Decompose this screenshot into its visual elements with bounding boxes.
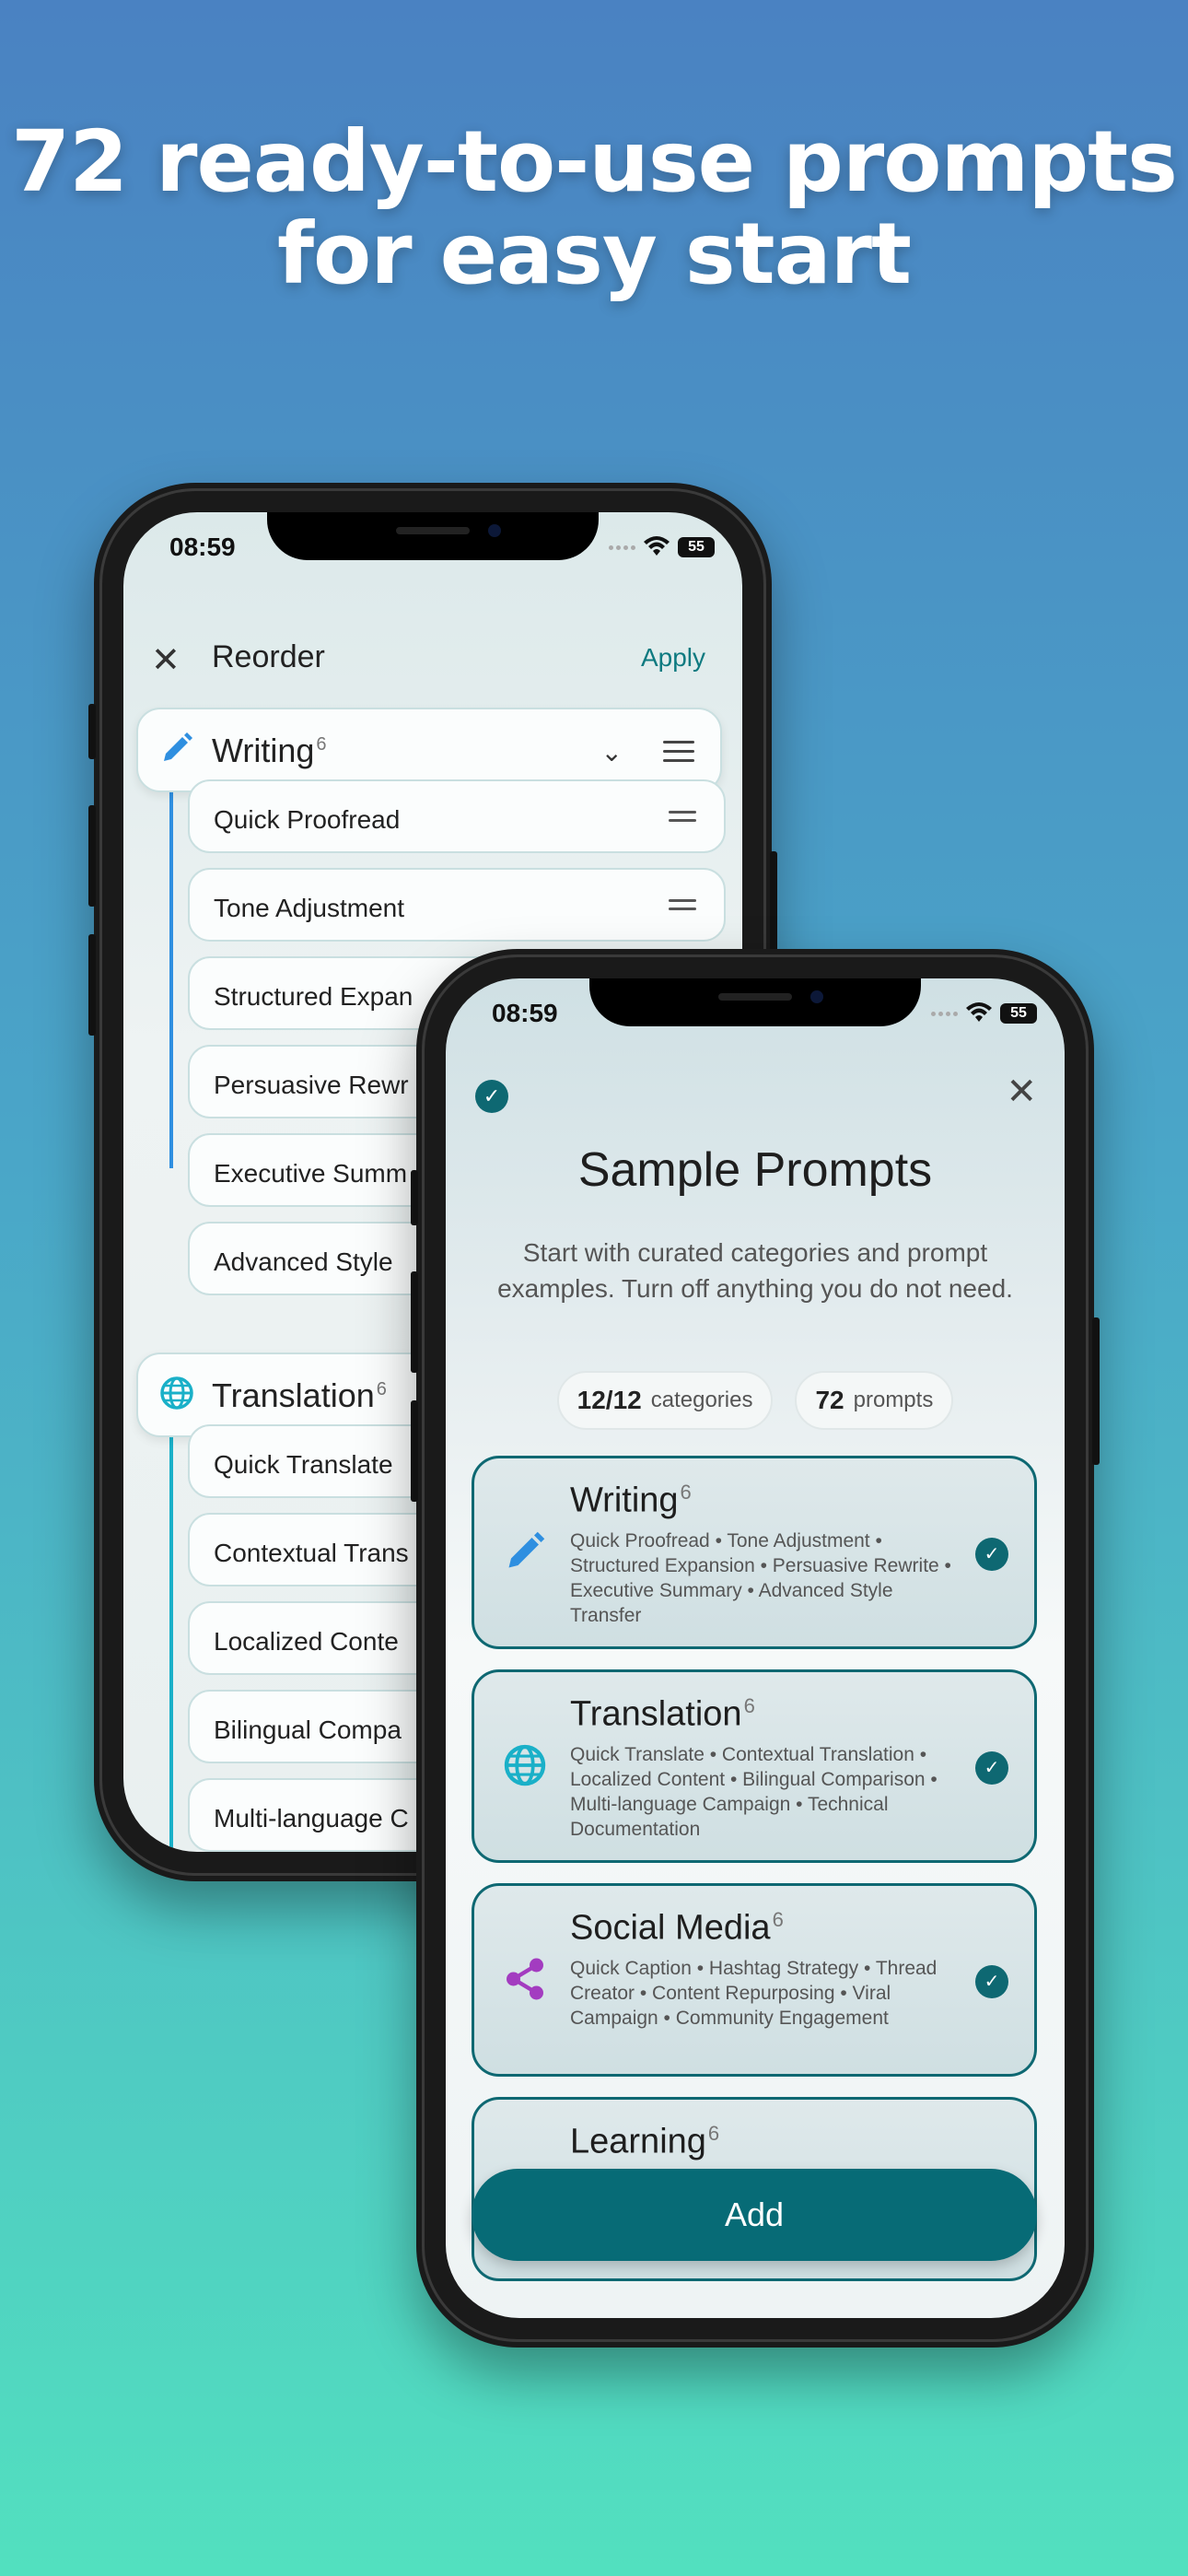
check-icon[interactable]: ✓ [975, 1965, 1008, 1998]
check-icon[interactable]: ✓ [975, 1538, 1008, 1571]
battery-icon: 55 [678, 537, 715, 557]
headline: 72 ready-to-use prompts for easy start [0, 116, 1188, 300]
category-name: Translation6 [212, 1376, 387, 1414]
pencil-icon [164, 732, 192, 761]
category-count: 6 [680, 1481, 692, 1504]
category-name: Translation6 [570, 1694, 755, 1734]
category-examples: Quick Caption • Hashtag Strategy • Threa… [570, 1958, 938, 2029]
sample-prompts-screen: 08:59 55 ✓ ✕ Sample Prompts Start with c… [446, 978, 1065, 2318]
category-count: 6 [707, 2122, 720, 2145]
category-name: Writing6 [570, 1481, 692, 1520]
category-name: Learning6 [570, 2122, 720, 2161]
prompt-item[interactable]: Tone Adjustment [188, 868, 726, 942]
volume-down-button [88, 934, 96, 1036]
volume-up-button [88, 805, 96, 907]
prompts-stat: 72 prompts [795, 1371, 954, 1430]
volume-down-button [411, 1400, 418, 1502]
sheet-title: Sample Prompts [577, 1143, 933, 1197]
select-all-check-icon[interactable]: ✓ [475, 1080, 508, 1113]
globe-icon [504, 1744, 546, 1786]
category-examples: Quick Proofread • Tone Adjustment • Stru… [570, 1530, 951, 1626]
globe-icon [160, 1376, 193, 1410]
mute-switch [411, 1170, 418, 1225]
volume-up-button [411, 1271, 418, 1373]
signal-icon [609, 544, 635, 550]
category-name: Social Media6 [570, 1908, 784, 1948]
drag-handle-icon[interactable] [663, 741, 694, 768]
category-count: 6 [772, 1908, 784, 1931]
drag-handle-icon[interactable] [669, 811, 696, 827]
status-time: 08:59 [492, 999, 558, 1027]
battery-icon: 55 [1000, 1003, 1037, 1024]
pencil-icon [508, 1531, 545, 1568]
check-icon[interactable]: ✓ [975, 1751, 1008, 1785]
category-card-social-media[interactable]: Social Media6 Quick Caption • Hashtag St… [472, 1883, 1037, 2077]
status-bar: 08:59 55 [446, 999, 1065, 1036]
status-time: 08:59 [169, 533, 236, 561]
headline-line-2: for easy start [276, 205, 912, 303]
category-count: 6 [743, 1694, 755, 1717]
wifi-icon [966, 1002, 992, 1022]
headline-line-1: 72 ready-to-use prompts [11, 112, 1178, 211]
sheet-description: Start with curated categories and prompt… [497, 1238, 1013, 1303]
close-icon[interactable]: ✕ [1006, 1071, 1037, 1113]
power-button [1092, 1317, 1100, 1465]
category-card-writing[interactable]: Writing6 Quick Proofread • Tone Adjustme… [472, 1456, 1037, 1649]
translation-tree-line [169, 1399, 173, 1852]
category-count: 6 [316, 734, 327, 755]
wifi-icon [644, 536, 670, 556]
phone-sample-prompts: 08:59 55 ✓ ✕ Sample Prompts Start with c… [411, 949, 1100, 2348]
stats-row: 12/12 categories 72 prompts [446, 1371, 1065, 1430]
drag-handle-icon[interactable] [669, 899, 696, 916]
close-icon[interactable]: ✕ [151, 639, 181, 681]
reorder-title: Reorder [212, 639, 325, 674]
category-name: Writing6 [212, 732, 327, 769]
reorder-header: ✕ Reorder Apply [123, 632, 742, 687]
mute-switch [88, 704, 96, 759]
category-examples: Quick Translate • Contextual Translation… [570, 1744, 938, 1840]
add-button[interactable]: Add [472, 2169, 1037, 2261]
share-icon [507, 1958, 543, 2000]
prompt-item[interactable]: Quick Proofread [188, 779, 726, 853]
category-count: 6 [376, 1379, 387, 1399]
category-card-translation[interactable]: Translation6 Quick Translate • Contextua… [472, 1669, 1037, 1863]
signal-icon [931, 1011, 958, 1016]
status-bar: 08:59 55 [123, 533, 742, 569]
apply-button[interactable]: Apply [641, 643, 705, 673]
categories-stat: 12/12 categories [556, 1371, 774, 1430]
chevron-down-icon[interactable]: ⌄ [601, 737, 623, 767]
